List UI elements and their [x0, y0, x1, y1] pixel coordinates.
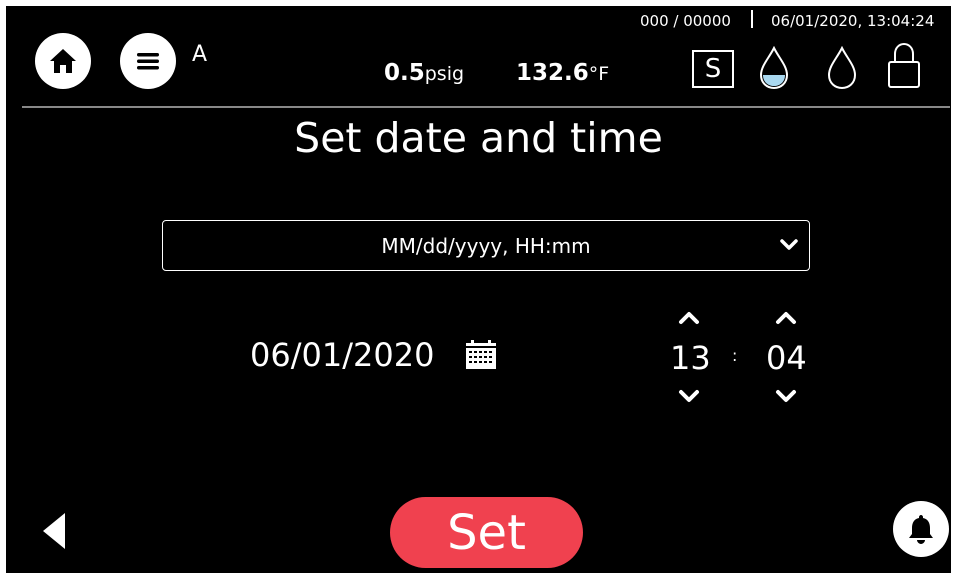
status-s-box: S [692, 50, 734, 88]
current-datetime: 06/01/2020, 13:04:24 [771, 12, 935, 30]
date-value[interactable]: 06/01/2020 [250, 336, 434, 374]
mode-label: A [192, 42, 208, 67]
page-title: Set date and time [294, 114, 663, 162]
home-button[interactable] [35, 33, 91, 89]
minute-down-icon[interactable] [775, 388, 797, 404]
temperature-reading: 132.6°F [516, 60, 609, 86]
status-divider [751, 10, 753, 28]
home-icon [50, 49, 76, 73]
time-separator: : [732, 346, 738, 365]
alarm-button[interactable] [893, 501, 949, 557]
temperature-unit: °F [588, 63, 610, 85]
hour-up-icon[interactable] [678, 310, 700, 326]
lock-icon [888, 42, 920, 88]
pressure-unit: psig [424, 63, 465, 85]
screen: A 000 / 00000 06/01/2020, 13:04:24 0.5ps… [6, 6, 951, 573]
back-triangle-icon[interactable] [39, 510, 69, 552]
date-format-value: MM/dd/yyyy, HH:mm [381, 233, 591, 258]
pressure-reading: 0.5psig [384, 60, 464, 86]
hour-down-icon[interactable] [678, 388, 700, 404]
date-format-select[interactable]: MM/dd/yyyy, HH:mm [162, 220, 810, 271]
calendar-icon[interactable] [464, 339, 498, 371]
minute-value[interactable]: 04 [766, 339, 807, 377]
minute-up-icon[interactable] [775, 310, 797, 326]
water-drop-filled-icon [759, 46, 789, 90]
menu-button[interactable] [120, 33, 176, 89]
set-button[interactable]: Set [390, 497, 583, 568]
cycle-counter: 000 / 00000 [640, 12, 731, 30]
pressure-value: 0.5 [384, 60, 425, 86]
temperature-value: 132.6 [516, 60, 589, 86]
hour-value[interactable]: 13 [670, 339, 711, 377]
header-divider [22, 106, 950, 108]
water-drop-empty-icon [827, 46, 857, 90]
menu-icon [137, 53, 159, 70]
bell-icon [909, 515, 933, 544]
chevron-down-icon [780, 239, 798, 250]
